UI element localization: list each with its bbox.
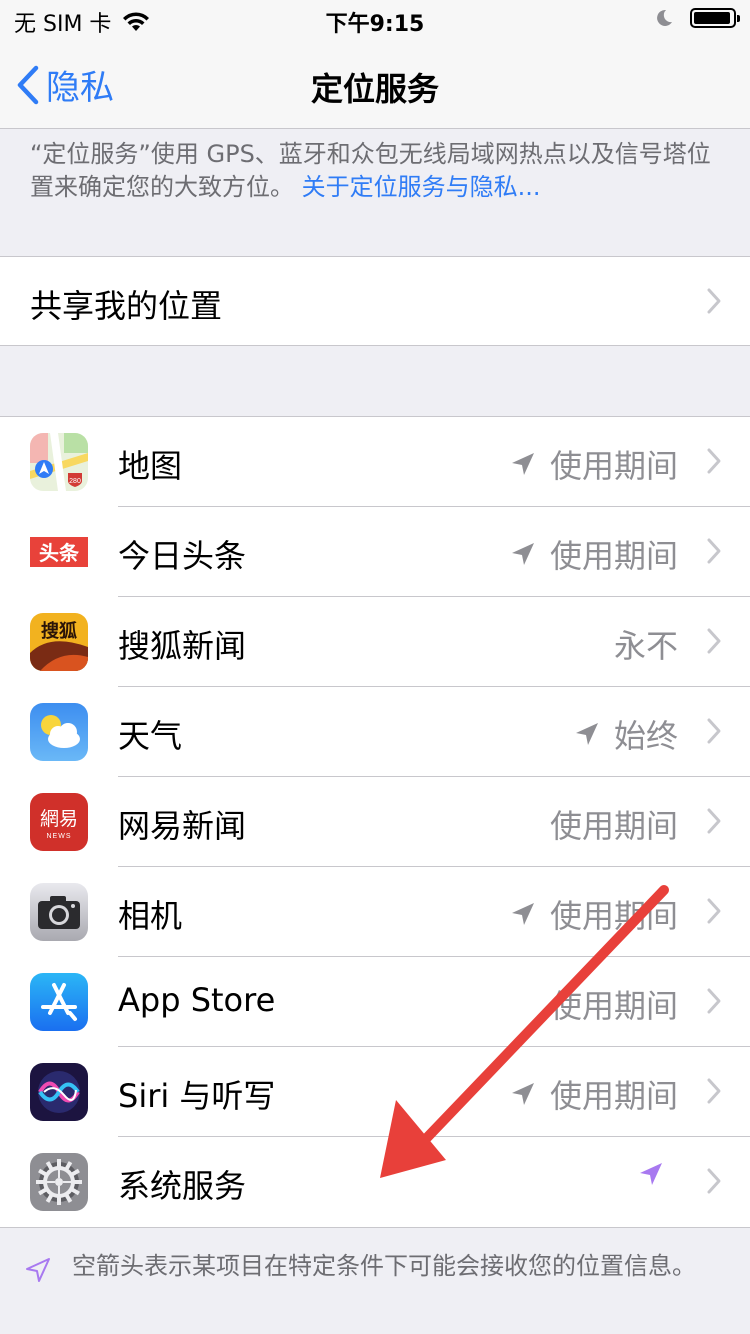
location-permission xyxy=(638,1161,678,1187)
app-name: 今日头条 xyxy=(118,537,247,575)
app-row[interactable]: 系统服务 xyxy=(0,1137,750,1227)
app-name: 地图 xyxy=(118,447,183,485)
app-row[interactable]: Siri 与听写 使用期间 xyxy=(0,1047,750,1137)
share-location-group: 共享我的位置 xyxy=(0,256,750,346)
app-row[interactable]: 相机 使用期间 xyxy=(0,867,750,957)
footnote: 空箭头表示某项目在特定条件下可能会接收您的位置信息。 xyxy=(24,1250,724,1283)
location-permission: 使用期间 xyxy=(510,441,678,487)
chevron-right-icon xyxy=(707,538,721,564)
battery-fill xyxy=(694,12,731,24)
app-store-icon xyxy=(30,973,88,1031)
location-permission: 始终 xyxy=(574,711,678,757)
app-name: Siri 与听写 xyxy=(118,1077,276,1115)
settings-gear-icon xyxy=(30,1153,88,1211)
location-arrow-icon xyxy=(511,903,534,925)
footnote-text: 空箭头表示某项目在特定条件下可能会接收您的位置信息。 xyxy=(72,1252,696,1280)
svg-text:搜狐: 搜狐 xyxy=(41,620,77,642)
location-permission-value: 使用期间 xyxy=(549,447,678,485)
chevron-right-icon xyxy=(707,718,721,744)
status-time: 下午9:15 xyxy=(325,12,425,37)
chevron-right-icon xyxy=(707,1078,721,1104)
app-name: 搜狐新闻 xyxy=(118,627,247,665)
hollow-location-arrow-icon xyxy=(26,1258,50,1282)
camera-icon xyxy=(30,883,88,941)
app-list: 280 地图 使用期间 头条 今日头条 使用期间 搜狐 搜狐新闻 永不 天气 始… xyxy=(0,416,750,1228)
location-permission: 使用期间 xyxy=(550,981,678,1027)
location-permission-value: 始终 xyxy=(613,717,678,755)
app-name: 天气 xyxy=(118,717,183,755)
location-permission-value: 使用期间 xyxy=(549,987,678,1025)
maps-icon: 280 xyxy=(30,433,88,491)
chevron-right-icon xyxy=(707,1168,721,1194)
location-arrow-icon xyxy=(575,723,598,745)
svg-text:NEWS: NEWS xyxy=(47,833,72,840)
toutiao-icon: 头条 xyxy=(30,523,88,581)
location-permission-value: 使用期间 xyxy=(549,1077,678,1115)
svg-text:280: 280 xyxy=(69,478,81,485)
location-permission: 使用期间 xyxy=(510,531,678,577)
location-arrow-icon xyxy=(511,1083,534,1105)
app-name: 网易新闻 xyxy=(118,807,247,845)
share-my-location-label: 共享我的位置 xyxy=(30,287,223,325)
app-name: App Store xyxy=(118,981,276,1019)
netease-news-icon: 網易 NEWS xyxy=(30,793,88,851)
status-bar: 无 SIM 卡 下午9:15 xyxy=(0,0,750,40)
purple-location-arrow-icon xyxy=(640,1163,662,1185)
moon-icon xyxy=(657,9,672,26)
chevron-right-icon xyxy=(707,628,721,654)
location-permission: 永不 xyxy=(614,621,678,667)
location-permission-value: 永不 xyxy=(613,627,678,665)
app-row[interactable]: 280 地图 使用期间 xyxy=(0,417,750,507)
app-row[interactable]: App Store 使用期间 xyxy=(0,957,750,1047)
chevron-right-icon xyxy=(707,988,721,1014)
status-right xyxy=(654,8,740,28)
svg-text:網易: 網易 xyxy=(40,808,78,830)
location-permission: 使用期间 xyxy=(510,1071,678,1117)
location-permission-value: 使用期间 xyxy=(549,807,678,845)
siri-icon xyxy=(30,1063,88,1121)
app-row[interactable]: 头条 今日头条 使用期间 xyxy=(0,507,750,597)
sohu-news-icon: 搜狐 xyxy=(30,613,88,671)
location-arrow-icon xyxy=(511,453,534,475)
location-permission: 使用期间 xyxy=(510,891,678,937)
location-permission-value: 使用期间 xyxy=(549,537,678,575)
description: “定位服务”使用 GPS、蓝牙和众包无线局域网热点以及信号塔位置来确定您的大致方… xyxy=(30,138,720,204)
location-permission: 使用期间 xyxy=(550,801,678,847)
app-row[interactable]: 網易 NEWS 网易新闻 使用期间 xyxy=(0,777,750,867)
chevron-right-icon xyxy=(707,808,721,834)
navigation-bar: 隐私 定位服务 xyxy=(0,40,750,129)
weather-icon xyxy=(30,703,88,761)
chevron-right-icon xyxy=(707,288,721,314)
app-row[interactable]: 天气 始终 xyxy=(0,687,750,777)
location-arrow-icon xyxy=(511,543,534,565)
chevron-right-icon xyxy=(707,448,721,474)
share-my-location-row[interactable]: 共享我的位置 xyxy=(0,257,750,345)
location-services-screen: 无 SIM 卡 下午9:15 隐私 定位服务 “定位服务”使用 GPS、蓝牙和众… xyxy=(0,0,750,1334)
app-name: 相机 xyxy=(118,897,183,935)
battery-icon xyxy=(690,8,740,28)
app-row[interactable]: 搜狐 搜狐新闻 永不 xyxy=(0,597,750,687)
toutiao-icon-text: 头条 xyxy=(39,541,80,565)
chevron-right-icon xyxy=(707,898,721,924)
page-title: 定位服务 xyxy=(310,70,439,108)
app-name: 系统服务 xyxy=(118,1167,247,1205)
privacy-link[interactable]: 关于定位服务与隐私... xyxy=(302,173,541,201)
location-permission-value: 使用期间 xyxy=(549,897,678,935)
